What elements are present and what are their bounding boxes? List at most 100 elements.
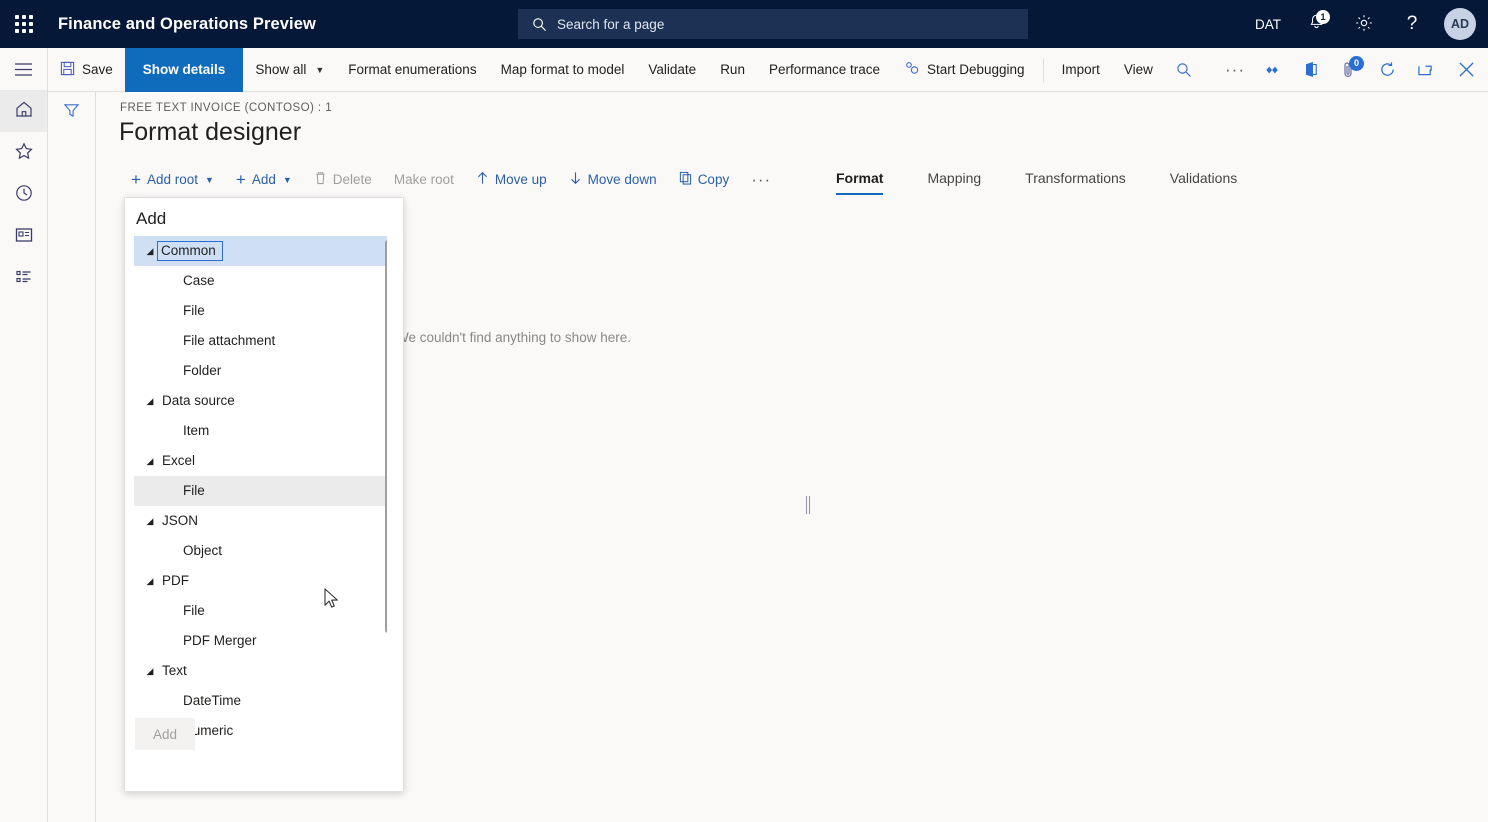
tree-node[interactable]: Item xyxy=(134,416,387,446)
filter-icon[interactable] xyxy=(63,102,80,822)
home-icon xyxy=(14,99,34,124)
ellipsis-icon[interactable]: ··· xyxy=(1216,48,1254,92)
question-mark-icon: ? xyxy=(1407,13,1418,35)
tree-node[interactable]: Object xyxy=(134,536,387,566)
start-debugging-button[interactable]: Start Debugging xyxy=(892,48,1037,92)
copy-button[interactable]: Copy xyxy=(668,165,741,194)
tree-node-label: File xyxy=(180,602,208,620)
settings-button[interactable] xyxy=(1340,0,1388,48)
filter-strip xyxy=(48,92,96,822)
expand-collapse-triangle-icon[interactable]: ◢ xyxy=(141,576,159,587)
format-enumerations-button[interactable]: Format enumerations xyxy=(336,48,488,92)
search-input[interactable] xyxy=(555,16,995,33)
app-title: Finance and Operations Preview xyxy=(58,15,316,34)
performance-trace-button[interactable]: Performance trace xyxy=(757,48,892,92)
notifications-button[interactable]: 1 xyxy=(1292,0,1340,48)
make-root-button[interactable]: Make root xyxy=(383,166,465,193)
debug-icon xyxy=(904,60,920,79)
gear-icon xyxy=(1354,13,1374,36)
command-search-icon[interactable] xyxy=(1165,48,1203,92)
expand-collapse-triangle-icon[interactable]: ◢ xyxy=(141,516,159,527)
tree-node[interactable]: ◢Text xyxy=(134,656,387,686)
tab-format[interactable]: Format xyxy=(814,162,905,195)
save-label: Save xyxy=(82,62,113,77)
hamburger-icon[interactable] xyxy=(0,48,47,90)
company-indicator[interactable]: DAT xyxy=(1244,0,1292,48)
tab-transformations[interactable]: Transformations xyxy=(1003,162,1148,195)
delete-label: Delete xyxy=(333,172,372,187)
command-separator xyxy=(1043,58,1044,82)
tree-node[interactable]: ◢JSON xyxy=(134,506,387,536)
tree-node[interactable]: ◢Common xyxy=(134,236,387,266)
tab-validations[interactable]: Validations xyxy=(1148,162,1259,195)
sidebar-item-home[interactable] xyxy=(0,90,47,132)
tree-node-label: Text xyxy=(159,662,190,680)
tree-node[interactable]: File xyxy=(134,596,387,626)
breadcrumb: FREE TEXT INVOICE (CONTOSO) : 1 xyxy=(120,102,332,114)
move-down-label: Move down xyxy=(588,172,657,187)
tree-node[interactable]: File xyxy=(134,476,387,506)
panel-splitter-handle[interactable] xyxy=(806,496,812,514)
tree-node[interactable]: ◢PDF xyxy=(134,566,387,596)
tab-mapping[interactable]: Mapping xyxy=(905,162,1003,195)
close-icon[interactable] xyxy=(1444,48,1488,92)
tree-node-label: File attachment xyxy=(180,332,278,350)
chevron-down-icon: ▼ xyxy=(205,175,214,185)
office-icon[interactable] xyxy=(1292,48,1330,92)
move-up-label: Move up xyxy=(495,172,547,187)
tree-node[interactable]: ◢Excel xyxy=(134,446,387,476)
add-root-button[interactable]: + Add root ▼ xyxy=(120,166,225,193)
tree-node[interactable]: PDF Merger xyxy=(134,626,387,656)
tree-scrollbar-thumb[interactable] xyxy=(385,240,387,633)
tree-node[interactable]: File xyxy=(134,296,387,326)
tree-node-label: Item xyxy=(180,422,212,440)
add-button[interactable]: + Add ▼ xyxy=(225,166,303,193)
validate-button[interactable]: Validate xyxy=(636,48,708,92)
run-button[interactable]: Run xyxy=(708,48,757,92)
avatar[interactable]: AD xyxy=(1444,8,1476,40)
star-icon xyxy=(14,141,34,166)
sidebar-item-workspaces[interactable] xyxy=(0,216,47,258)
refresh-icon[interactable] xyxy=(1368,48,1406,92)
move-up-button[interactable]: Move up xyxy=(465,165,558,194)
add-confirm-button[interactable]: Add xyxy=(135,718,195,750)
tree-node[interactable]: ◢Data source xyxy=(134,386,387,416)
attachments-badge: 0 xyxy=(1349,56,1364,71)
tree-node[interactable]: Case xyxy=(134,266,387,296)
expand-collapse-triangle-icon[interactable]: ◢ xyxy=(141,456,159,467)
more-actions-button[interactable]: ··· xyxy=(740,169,782,191)
empty-state-message: We couldn't find anything to show here. xyxy=(396,330,631,345)
map-format-to-model-button[interactable]: Map format to model xyxy=(489,48,637,92)
save-button[interactable]: Save xyxy=(48,48,125,92)
open-in-new-window-icon[interactable] xyxy=(1406,48,1444,92)
copy-label: Copy xyxy=(698,172,730,187)
sidebar-item-favorites[interactable] xyxy=(0,132,47,174)
delete-button[interactable]: Delete xyxy=(303,165,383,194)
component-tree[interactable]: ◢CommonCaseFileFile attachmentFolder◢Dat… xyxy=(134,236,387,741)
show-details-button[interactable]: Show details xyxy=(125,48,244,92)
move-down-button[interactable]: Move down xyxy=(558,165,668,194)
share-icon[interactable] xyxy=(1254,48,1292,92)
tree-node[interactable]: File attachment xyxy=(134,326,387,356)
copy-icon xyxy=(679,171,692,188)
tree-node[interactable]: DateTime xyxy=(134,686,387,716)
tree-scrollbar[interactable] xyxy=(385,236,387,741)
view-button[interactable]: View xyxy=(1112,48,1165,92)
sidebar-item-modules[interactable] xyxy=(0,258,47,300)
app-launcher-icon[interactable] xyxy=(0,0,48,48)
show-all-button[interactable]: Show all ▼ xyxy=(243,48,336,92)
tree-node-label: Object xyxy=(180,542,225,560)
help-button[interactable]: ? xyxy=(1388,0,1436,48)
attachments-button[interactable]: 0 xyxy=(1330,48,1368,92)
sidebar-item-recent[interactable] xyxy=(0,174,47,216)
tree-node-label: File xyxy=(180,302,208,320)
expand-collapse-triangle-icon[interactable]: ◢ xyxy=(141,666,159,677)
tree-node-label: Common xyxy=(157,241,223,261)
global-search[interactable] xyxy=(518,9,1028,39)
tree-node-label: Folder xyxy=(180,362,224,380)
top-right-actions: DAT 1 ? AD xyxy=(1244,0,1488,48)
expand-collapse-triangle-icon[interactable]: ◢ xyxy=(141,396,159,407)
import-button[interactable]: Import xyxy=(1050,48,1112,92)
tree-node[interactable]: Folder xyxy=(134,356,387,386)
tree-node-label: Excel xyxy=(159,452,198,470)
